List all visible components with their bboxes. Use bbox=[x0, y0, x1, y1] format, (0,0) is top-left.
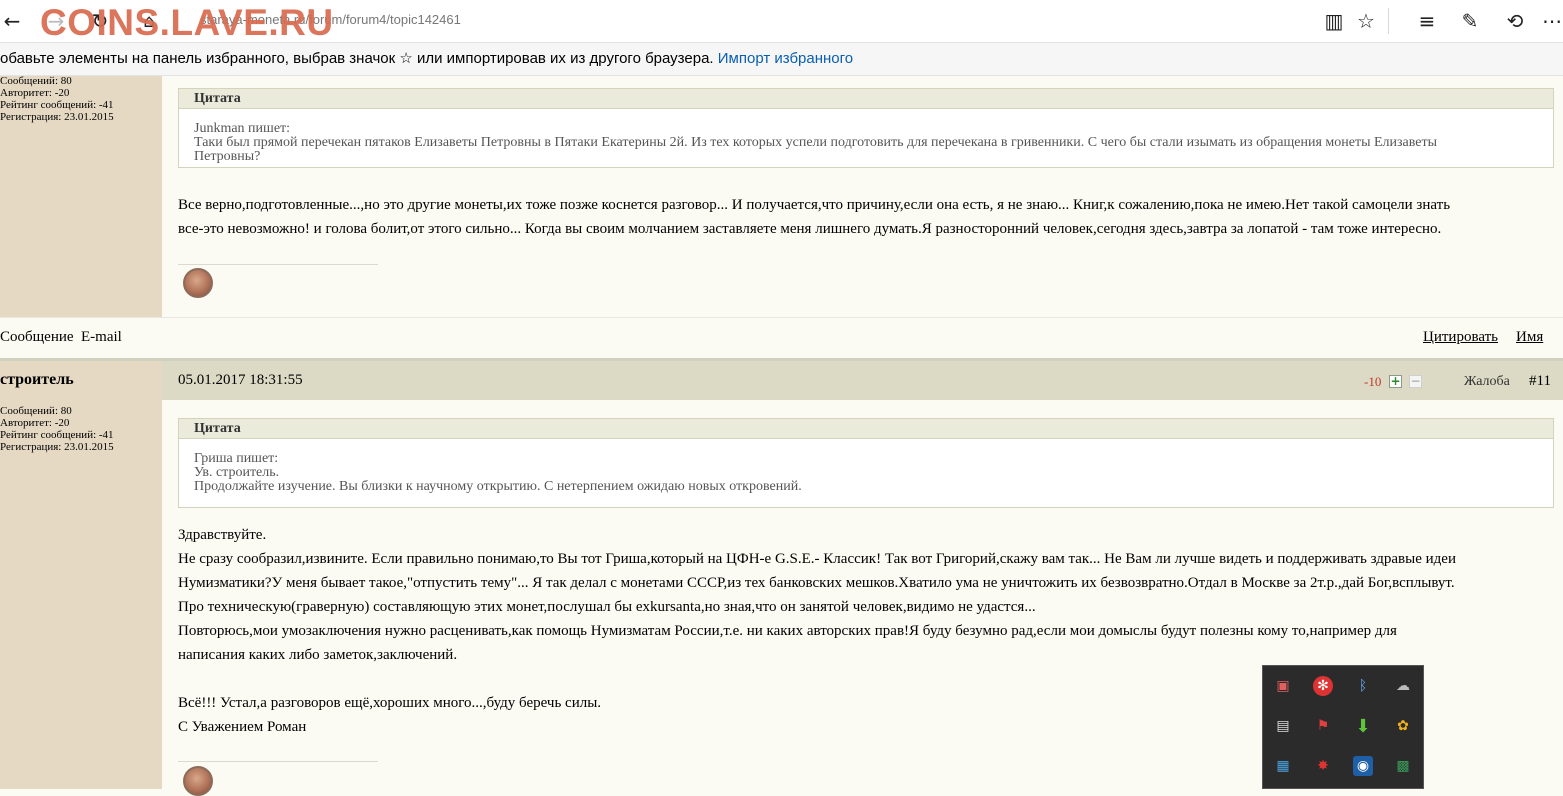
post2-rating: -10 bbox=[1364, 374, 1382, 389]
quote-author: Junkman пишет: bbox=[194, 121, 291, 136]
web-note-icon[interactable]: ✎ bbox=[1458, 9, 1482, 33]
quote-button[interactable]: Цитировать bbox=[1423, 317, 1498, 358]
camera-icon[interactable]: ◉ bbox=[1353, 756, 1373, 776]
registration-date: Регистрация: 23.01.2015 bbox=[0, 111, 114, 123]
post1-signature-coin-image bbox=[183, 268, 213, 298]
authority: Авторитет: -20 bbox=[0, 417, 70, 429]
email-link[interactable]: E-mail bbox=[81, 317, 122, 358]
hub-icon[interactable]: ≡ bbox=[1415, 9, 1439, 33]
message-line: все-это невозможно! и голова болит,от эт… bbox=[178, 221, 1442, 237]
display-icon[interactable]: ▣ bbox=[1273, 676, 1293, 696]
message-line: написания каких либо заметок,заключений. bbox=[178, 647, 458, 663]
rate-minus-button[interactable]: − bbox=[1409, 375, 1422, 388]
message-line: Все верно,подготовленные...,но это други… bbox=[178, 197, 1451, 213]
quote-body: Гриша пишет: Ув. строитель. Продолжайте … bbox=[179, 439, 1553, 494]
quote-line: Таки был прямой перечекан пятаков Елизав… bbox=[194, 135, 1438, 150]
post2-date: 05.01.2017 18:31:55 bbox=[178, 372, 303, 388]
messages-count: Сообщений: 80 bbox=[0, 75, 72, 87]
message-rating: Рейтинг сообщений: -41 bbox=[0, 429, 114, 441]
post2-author-name[interactable]: строитель bbox=[0, 370, 74, 390]
registration-date: Регистрация: 23.01.2015 bbox=[0, 441, 114, 453]
complaint-link[interactable]: Жалоба bbox=[1464, 372, 1510, 392]
messages-count: Сообщений: 80 bbox=[0, 405, 72, 417]
favorites-prompt: обавьте элементы на панель избранного, в… bbox=[0, 50, 714, 67]
favorite-star-icon[interactable]: ☆ bbox=[1354, 9, 1378, 33]
reading-view-icon[interactable]: ▥ bbox=[1322, 9, 1346, 33]
post1-author-stats: Сообщений: 80 Авторитет: -20 Рейтинг соо… bbox=[0, 75, 114, 123]
post2-quote: Цитата Гриша пишет: Ув. строитель. Продо… bbox=[178, 418, 1554, 508]
authority: Авторитет: -20 bbox=[0, 87, 70, 99]
post1-quote: Цитата Junkman пишет: Таки был прямой пе… bbox=[178, 88, 1554, 168]
import-favorites-link[interactable]: Импорт избранного bbox=[718, 50, 853, 67]
quote-title: Цитата bbox=[179, 89, 1553, 109]
monitor-icon[interactable]: ▦ bbox=[1273, 756, 1293, 776]
name-button[interactable]: Имя bbox=[1516, 317, 1543, 358]
card-icon[interactable]: ▩ bbox=[1393, 756, 1413, 776]
quote-author: Гриша пишет: bbox=[194, 451, 279, 466]
flag-icon[interactable]: ⚑ bbox=[1313, 716, 1333, 736]
flower-icon[interactable]: ✿ bbox=[1393, 716, 1413, 736]
rate-plus-button[interactable]: + bbox=[1389, 375, 1402, 388]
system-tray-overflow: ▣ ✻ ᛒ ☁ ▤ ⚑ ⬇ ✿ ▦ ✸ ◉ ▩ bbox=[1262, 665, 1424, 789]
document-icon[interactable]: ▤ bbox=[1273, 716, 1293, 736]
asterisk-icon[interactable]: ✻ bbox=[1313, 676, 1333, 696]
quote-line: Продолжайте изучение. Вы близки к научно… bbox=[194, 479, 802, 494]
quote-line: Ув. строитель. bbox=[194, 465, 280, 480]
bluetooth-icon[interactable]: ᛒ bbox=[1353, 676, 1373, 696]
post1-message: Все верно,подготовленные...,но это други… bbox=[178, 193, 1450, 241]
footer-divider bbox=[0, 317, 1563, 318]
post-number[interactable]: #11 bbox=[1529, 371, 1551, 391]
toolbar-divider bbox=[1388, 8, 1389, 34]
message-link[interactable]: Сообщение bbox=[0, 317, 74, 358]
signature-divider bbox=[178, 264, 378, 265]
back-arrow-icon[interactable]: ← bbox=[0, 9, 24, 33]
signature-divider bbox=[178, 761, 378, 762]
browser-toolbar: ← → ↻ ⌂ staraya-moneta.ru/forum/forum4/t… bbox=[0, 0, 1563, 43]
post2-header bbox=[162, 361, 1563, 400]
more-menu-icon[interactable]: ⋯ bbox=[1540, 9, 1563, 33]
favorites-bar: обавьте элементы на панель избранного, в… bbox=[0, 43, 1563, 76]
quote-line: Петровны? bbox=[194, 149, 261, 164]
post2-signature-coin-image bbox=[183, 766, 213, 796]
quote-body: Junkman пишет: Таки был прямой перечекан… bbox=[179, 109, 1553, 164]
message-line: Здравствуйте. bbox=[178, 527, 267, 543]
download-arrow-icon[interactable]: ⬇ bbox=[1353, 716, 1373, 737]
message-line: Повторюсь,мои умозаключения нужно расцен… bbox=[178, 623, 1397, 639]
post2-author-stats: Сообщений: 80 Авторитет: -20 Рейтинг соо… bbox=[0, 405, 114, 453]
message-line: Не сразу сообразил,извините. Если правил… bbox=[178, 551, 1456, 567]
message-rating: Рейтинг сообщений: -41 bbox=[0, 99, 114, 111]
bug-icon[interactable]: ✸ bbox=[1313, 756, 1333, 776]
cloud-icon[interactable]: ☁ bbox=[1393, 676, 1413, 696]
watermark-logo: COINS.LAVE.RU bbox=[40, 2, 334, 43]
quote-title: Цитата bbox=[179, 419, 1553, 439]
message-line: Нумизматики?У меня бывает такое,"отпусти… bbox=[178, 575, 1455, 591]
message-line: Про техническую(граверную) составляющую … bbox=[178, 599, 1036, 615]
post1-footer: Сообщение E-mail Цитировать Имя bbox=[0, 317, 1563, 358]
share-icon[interactable]: ⟲ bbox=[1503, 9, 1527, 33]
